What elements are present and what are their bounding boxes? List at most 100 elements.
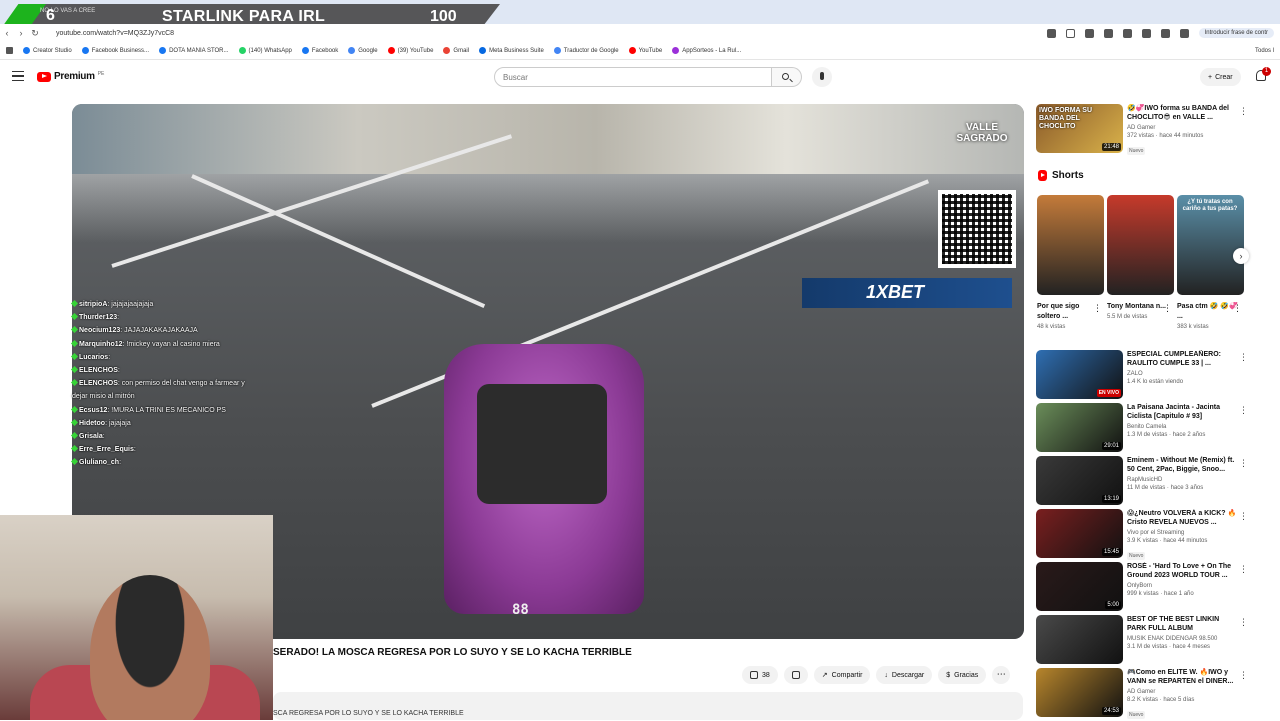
dislike-button[interactable] bbox=[783, 666, 808, 684]
more-options-icon[interactable]: ⋮ bbox=[1239, 564, 1248, 575]
recommended-video[interactable]: 5:00 ROSÉ - 'Hard To Love + On The Ground… bbox=[1036, 562, 1248, 612]
media-icon[interactable] bbox=[1160, 28, 1170, 38]
short-item[interactable]: ¿Y tú tratas con cariño a tus patas? Pasa… bbox=[1177, 195, 1244, 330]
video-title[interactable]: 🤣💞IWO forma su BANDA del CHOCLITO😎 en VA… bbox=[1127, 104, 1237, 122]
bookmark-item[interactable]: (140) WhatsApp bbox=[238, 47, 292, 54]
bookmark-item[interactable]: Google bbox=[348, 47, 378, 54]
video-title[interactable]: La Paisana Jacinta - Jacinta Ciclista [C… bbox=[1127, 403, 1237, 421]
short-thumbnail[interactable]: ¿Y tú tratas con cariño a tus patas? bbox=[1177, 195, 1244, 295]
search-button[interactable] bbox=[772, 67, 802, 87]
video-title[interactable]: BEST OF THE BEST LINKIN PARK FULL ALBUM bbox=[1127, 615, 1237, 633]
more-options-icon[interactable]: ⋮ bbox=[1163, 303, 1172, 314]
video-thumbnail[interactable]: 13:19 bbox=[1036, 456, 1123, 505]
bookmark-label: YouTube bbox=[638, 47, 663, 54]
channel-name[interactable]: AD Gamer bbox=[1127, 125, 1237, 131]
voice-search-button[interactable] bbox=[812, 67, 832, 87]
sidebar-icon[interactable] bbox=[1179, 28, 1189, 38]
video-thumbnail[interactable]: 29:01 bbox=[1036, 403, 1123, 452]
recommended-video[interactable]: 29:01 La Paisana Jacinta - Jacinta Ciclis… bbox=[1036, 403, 1248, 453]
video-thumbnail[interactable]: 24:53 bbox=[1036, 668, 1123, 717]
video-thumbnail[interactable]: 5:00 bbox=[1036, 562, 1123, 611]
video-thumbnail[interactable] bbox=[1036, 615, 1123, 664]
back-icon[interactable]: ‹ bbox=[0, 28, 14, 38]
bookmark-item[interactable]: Traductor de Google bbox=[553, 47, 619, 54]
video-meta: BEST OF THE BEST LINKIN PARK FULL ALBUM M… bbox=[1127, 615, 1237, 650]
stream-chat: sitripioA: jajajajaajajaja Thurder123: Ne… bbox=[70, 298, 272, 470]
extension-icon[interactable] bbox=[1084, 28, 1094, 38]
channel-name[interactable]: AD Gamer bbox=[1127, 689, 1237, 695]
bookmark-item[interactable]: (39) YouTube bbox=[387, 47, 433, 54]
channel-name[interactable]: Vivo por el Streaming bbox=[1127, 530, 1237, 536]
thumbs-up-icon bbox=[750, 671, 758, 679]
video-thumbnail[interactable]: 15:45 bbox=[1036, 509, 1123, 558]
channel-name[interactable]: Benito Camela bbox=[1127, 424, 1237, 430]
short-views: 383 k vistas bbox=[1177, 324, 1209, 330]
more-options-icon[interactable]: ⋮ bbox=[1239, 405, 1248, 416]
video-thumbnail[interactable]: EN VIVO bbox=[1036, 350, 1123, 399]
more-options-icon[interactable]: ⋮ bbox=[1233, 303, 1242, 314]
star-icon[interactable] bbox=[1065, 28, 1075, 38]
chat-text: : !mickey vayan al casino miera bbox=[122, 340, 220, 348]
thanks-button[interactable]: $ Gracias bbox=[938, 666, 987, 684]
video-thumbnail[interactable]: IWO FORMA SU BANDA DEL CHOCLITO 21:48 bbox=[1036, 104, 1123, 153]
translate-pill[interactable]: Introducir frase de contr bbox=[1198, 28, 1274, 38]
video-title[interactable]: ESPECIAL CUMPLEAÑERO: RAULITO CUMPLE 33 … bbox=[1127, 350, 1237, 368]
recommended-video[interactable]: 13:19 Eminem - Without Me (Remix) ft. 50 … bbox=[1036, 456, 1248, 506]
short-item[interactable]: Tony Montana n... 5.5 M de vistas ⋮ bbox=[1107, 195, 1174, 320]
more-options-icon[interactable]: ⋮ bbox=[1093, 303, 1102, 314]
bookmark-item[interactable]: Meta Business Suite bbox=[479, 47, 544, 54]
share-button[interactable]: ↗ Compartir bbox=[813, 666, 871, 684]
short-item[interactable]: Por que sigo soltero ... 48 k vistas ⋮ bbox=[1037, 195, 1104, 330]
channel-name[interactable]: RapMusicHD bbox=[1127, 477, 1237, 483]
description-box[interactable]: SCA REGRESA POR LO SUYO Y SE LO KACHA TE… bbox=[273, 692, 1023, 720]
video-title[interactable]: ROSÉ - 'Hard To Love + On The Ground 202… bbox=[1127, 562, 1237, 580]
forward-icon[interactable]: › bbox=[14, 28, 28, 38]
recommended-video[interactable]: BEST OF THE BEST LINKIN PARK FULL ALBUM M… bbox=[1036, 615, 1248, 665]
channel-name[interactable]: ZALO bbox=[1127, 371, 1237, 377]
reload-icon[interactable]: ↻ bbox=[28, 28, 42, 39]
chevron-right-icon[interactable]: › bbox=[1233, 248, 1249, 264]
more-options-icon[interactable]: ⋮ bbox=[1239, 458, 1248, 469]
like-button[interactable]: 38 bbox=[742, 666, 778, 684]
more-options-icon[interactable]: ⋮ bbox=[1239, 106, 1248, 117]
more-options-icon[interactable]: ⋮ bbox=[1239, 617, 1248, 628]
cast-icon[interactable] bbox=[1046, 28, 1056, 38]
chat-text: : jajajaja bbox=[105, 419, 131, 427]
apps-icon[interactable] bbox=[6, 47, 13, 54]
channel-name[interactable]: MUSIK ENAK DIDENGAR 98.500 bbox=[1127, 636, 1237, 642]
hamburger-menu-icon[interactable] bbox=[12, 71, 24, 81]
puzzle-icon[interactable] bbox=[1141, 28, 1151, 38]
bookmark-item[interactable]: Gmail bbox=[443, 47, 469, 54]
more-options-icon[interactable]: ⋮ bbox=[1239, 352, 1248, 363]
bookmark-item[interactable]: DOTA MANIA STOR... bbox=[159, 47, 229, 54]
bookmark-item[interactable]: Creator Studio bbox=[23, 47, 72, 54]
recommended-video[interactable]: IWO FORMA SU BANDA DEL CHOCLITO 21:48 🤣💞… bbox=[1036, 104, 1248, 155]
short-thumbnail[interactable] bbox=[1107, 195, 1174, 295]
video-title[interactable]: 🎮Como en ELITE W. 🔥IWO y VANN se REPARTE… bbox=[1127, 668, 1237, 686]
more-options-icon[interactable]: ⋮ bbox=[1239, 670, 1248, 681]
video-duration: 29:01 bbox=[1101, 442, 1121, 450]
short-thumbnail[interactable] bbox=[1037, 195, 1104, 295]
recommended-video[interactable]: 15:45 😱¿Neutro VOLVERÁ a KICK? 🔥 Cristo R… bbox=[1036, 509, 1248, 560]
create-button[interactable]: + Crear bbox=[1200, 68, 1241, 86]
extension-icon[interactable] bbox=[1103, 28, 1113, 38]
bookmark-item[interactable]: Facebook bbox=[301, 47, 338, 54]
bookmark-item[interactable]: AppSorteos - La Rul... bbox=[672, 47, 741, 54]
speedometer: 88 bbox=[512, 602, 529, 618]
bookmark-item[interactable]: Facebook Business... bbox=[81, 47, 149, 54]
recommended-video[interactable]: EN VIVO ESPECIAL CUMPLEAÑERO: RAULITO CUM… bbox=[1036, 350, 1248, 400]
video-title[interactable]: Eminem - Without Me (Remix) ft. 50 Cent,… bbox=[1127, 456, 1237, 474]
recommended-video[interactable]: 24:53 🎮Como en ELITE W. 🔥IWO y VANN se RE… bbox=[1036, 668, 1248, 719]
more-actions-icon[interactable]: ⋯ bbox=[992, 666, 1011, 684]
bookmark-item[interactable]: YouTube bbox=[628, 47, 663, 54]
download-button[interactable]: ↓ Descargar bbox=[876, 666, 933, 684]
url-field[interactable]: youtube.com/watch?v=MQ3ZJy7vcC8 bbox=[56, 30, 1047, 37]
youtube-premium-logo[interactable]: Premium PE bbox=[37, 71, 104, 82]
video-title[interactable]: 😱¿Neutro VOLVERÁ a KICK? 🔥 Cristo REVELA… bbox=[1127, 509, 1237, 527]
all-bookmarks[interactable]: Todos l bbox=[1255, 48, 1274, 54]
more-options-icon[interactable]: ⋮ bbox=[1239, 511, 1248, 522]
extension-icon[interactable] bbox=[1122, 28, 1132, 38]
chat-username: Gluliano_ch bbox=[79, 459, 120, 467]
channel-name[interactable]: OnlyBorn bbox=[1127, 583, 1237, 589]
search-input[interactable]: Buscar bbox=[494, 67, 772, 87]
